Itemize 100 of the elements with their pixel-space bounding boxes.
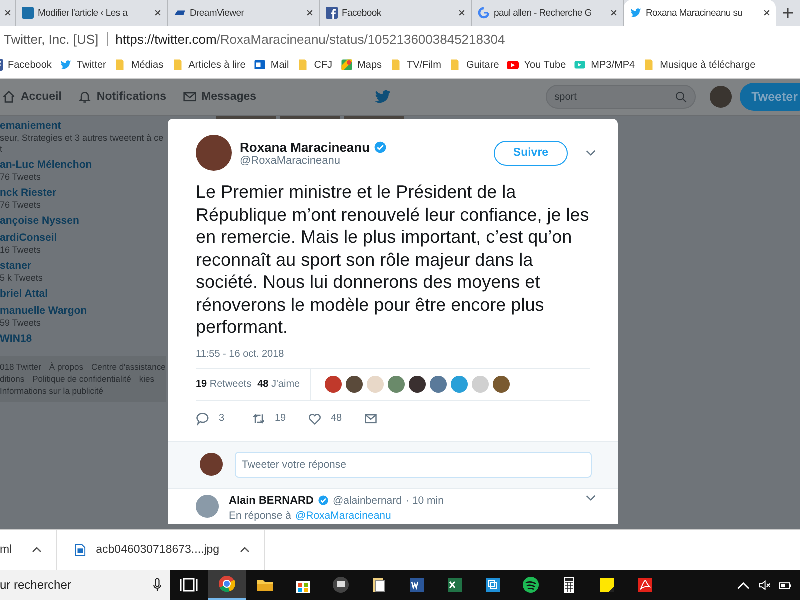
liker-avatar[interactable]	[325, 376, 342, 392]
app-icon	[331, 575, 351, 595]
nav-link[interactable]: Messages	[182, 90, 257, 104]
stat-link[interactable]: 48 J'aime	[258, 378, 300, 390]
tab-title: paul allen - Recherche G	[494, 8, 592, 18]
tab-title: Modifier l'article ‹ Les a	[38, 8, 128, 18]
spreadsheet-icon	[445, 575, 465, 595]
new-tab-icon[interactable]	[782, 7, 794, 19]
action-button[interactable]: 3	[196, 408, 252, 428]
close-icon[interactable]	[306, 9, 314, 17]
tweet-timestamp[interactable]: 11:55 - 16 oct. 2018	[196, 348, 590, 360]
pdf-icon	[635, 575, 655, 595]
nav-link[interactable]: Accueil	[2, 90, 62, 104]
folder-icon	[172, 59, 184, 71]
bookmark-label: Articles à lire	[188, 60, 246, 70]
reply-handle[interactable]: @alainbernard	[332, 494, 402, 506]
note-icon	[597, 575, 617, 595]
avatar[interactable]	[196, 135, 232, 171]
bookmark-label: You Tube	[524, 60, 566, 70]
footer-link[interactable]: À propos	[49, 362, 84, 372]
trend-detail: 76 Tweets	[0, 200, 42, 211]
trend-link[interactable]: ardiConseil	[0, 232, 166, 245]
home-icon	[2, 90, 16, 104]
retweet-icon	[252, 412, 266, 426]
search-field[interactable]: sport	[546, 85, 696, 109]
trend-link[interactable]: an-Luc Mélenchon	[0, 159, 166, 172]
browser-tab[interactable]: Roxana Maracineanu su	[624, 0, 776, 26]
bookmark[interactable]: Maps	[340, 59, 382, 71]
action-button[interactable]: 48	[308, 408, 364, 428]
bookmark[interactable]: Articles à lire	[172, 59, 246, 71]
bookmark[interactable]: Facebook	[0, 59, 52, 71]
address-field[interactable]: Twitter, Inc. [US] https://twitter.com/RoxaMaracineanu/status/1052136003845218304	[0, 28, 510, 50]
taskbar-app[interactable]	[208, 570, 246, 600]
bird-icon	[372, 88, 393, 106]
nav-link[interactable]: Notifications	[78, 90, 167, 104]
music-icon	[521, 575, 541, 595]
envelope-icon	[364, 412, 378, 426]
caret-icon[interactable]	[32, 547, 42, 553]
bookmark[interactable]: MP3/MP4	[574, 59, 636, 71]
trend-link[interactable]: manuelle Wargon	[0, 305, 166, 318]
search-icon[interactable]	[674, 91, 687, 103]
url-text: https://twitter.com/RoxaMaracineanu/status/1052136003845218304	[116, 32, 506, 46]
tweet-text: Le Premier ministre et le Président de la République m’ont renouvelé leur confiance, je les en remercie. Mais le plus important, c’est qu’on reconnaît au sport son rôle majeur dans la société. Nous lui donnerons des moyens et rénoverons le modèle pour être encore plus performant.	[196, 181, 590, 338]
mention-link[interactable]: @RoxaMaracineanu	[295, 510, 392, 522]
bookmark[interactable]: CFJ	[297, 59, 333, 71]
trend-link[interactable]: nck Riester	[0, 187, 166, 200]
footer-link[interactable]: Informations sur la publicité	[0, 386, 104, 396]
follow-button[interactable]: Suivre	[494, 140, 568, 166]
reply-time[interactable]: · 10 min	[406, 494, 444, 506]
bookmark[interactable]: Mail	[254, 59, 290, 71]
reply-input[interactable]: Tweeter votre réponse	[235, 452, 592, 478]
footer-link[interactable]: kies	[139, 374, 154, 384]
bookmark[interactable]: TV/Film	[390, 59, 442, 71]
author-handle[interactable]: @RoxaMaracineanu	[240, 154, 486, 166]
stat-link[interactable]: 19 Retweets	[196, 378, 252, 390]
liker-avatar[interactable]	[346, 376, 364, 392]
app-icon	[483, 575, 503, 595]
close-icon[interactable]	[610, 9, 618, 17]
media-icon	[574, 59, 586, 71]
bookmark-label: Musique à télécharge	[660, 60, 756, 70]
folder-icon	[449, 59, 462, 71]
caret-icon[interactable]	[240, 547, 250, 553]
bird-icon	[630, 7, 642, 19]
footer-link[interactable]: 018 Twitter	[0, 362, 42, 372]
liker-avatar[interactable]	[409, 376, 426, 392]
author-name[interactable]: Roxana Maracineanu	[240, 140, 370, 154]
bookmark-label: TV/Film	[407, 60, 442, 70]
tab-title: Facebook	[342, 8, 382, 18]
reply-context: En réponse à	[229, 510, 292, 522]
word-icon	[407, 575, 427, 595]
tab-title: DreamViewer	[190, 8, 244, 18]
microphone-icon[interactable]	[153, 578, 162, 592]
map-icon	[340, 59, 353, 71]
bookmark[interactable]: Musique à télécharge	[643, 59, 756, 71]
liker-avatar[interactable]	[493, 376, 510, 392]
bookmark[interactable]: Médias	[114, 59, 164, 71]
close-icon[interactable]	[4, 9, 12, 17]
trend-link[interactable]: staner	[0, 260, 166, 273]
close-icon[interactable]	[154, 9, 162, 17]
footer-link[interactable]: Politique de confidentialité	[32, 374, 132, 384]
bookmark[interactable]: Twitter	[60, 59, 106, 71]
footer-link[interactable]: Centre d'assistance	[91, 362, 166, 372]
trend-link[interactable]: ançoise Nyssen	[0, 215, 166, 228]
footer-link[interactable]: ditions	[0, 374, 25, 384]
bookmark-label: Facebook	[8, 60, 52, 70]
trend-link[interactable]: briel Attal	[0, 288, 166, 301]
close-icon[interactable]	[458, 9, 466, 17]
trend-link[interactable]: WIN18	[0, 333, 166, 346]
bookmark[interactable]: You Tube	[507, 59, 566, 71]
speaker-muted-icon[interactable]	[758, 578, 771, 592]
bookmark[interactable]: Guitare	[449, 59, 500, 71]
chevron-down-icon[interactable]	[586, 494, 596, 502]
reply-author[interactable]: Alain BERNARD	[229, 494, 314, 506]
trend-detail: 59 Tweets	[0, 318, 42, 329]
heart-icon	[308, 412, 322, 426]
close-icon[interactable]	[763, 9, 771, 17]
taskbar-search-field[interactable]: ur rechercher	[0, 570, 170, 600]
chevron-down-icon[interactable]	[586, 150, 596, 156]
trend-link[interactable]: emaniement	[0, 120, 166, 133]
action-button[interactable]: 19	[252, 408, 308, 428]
